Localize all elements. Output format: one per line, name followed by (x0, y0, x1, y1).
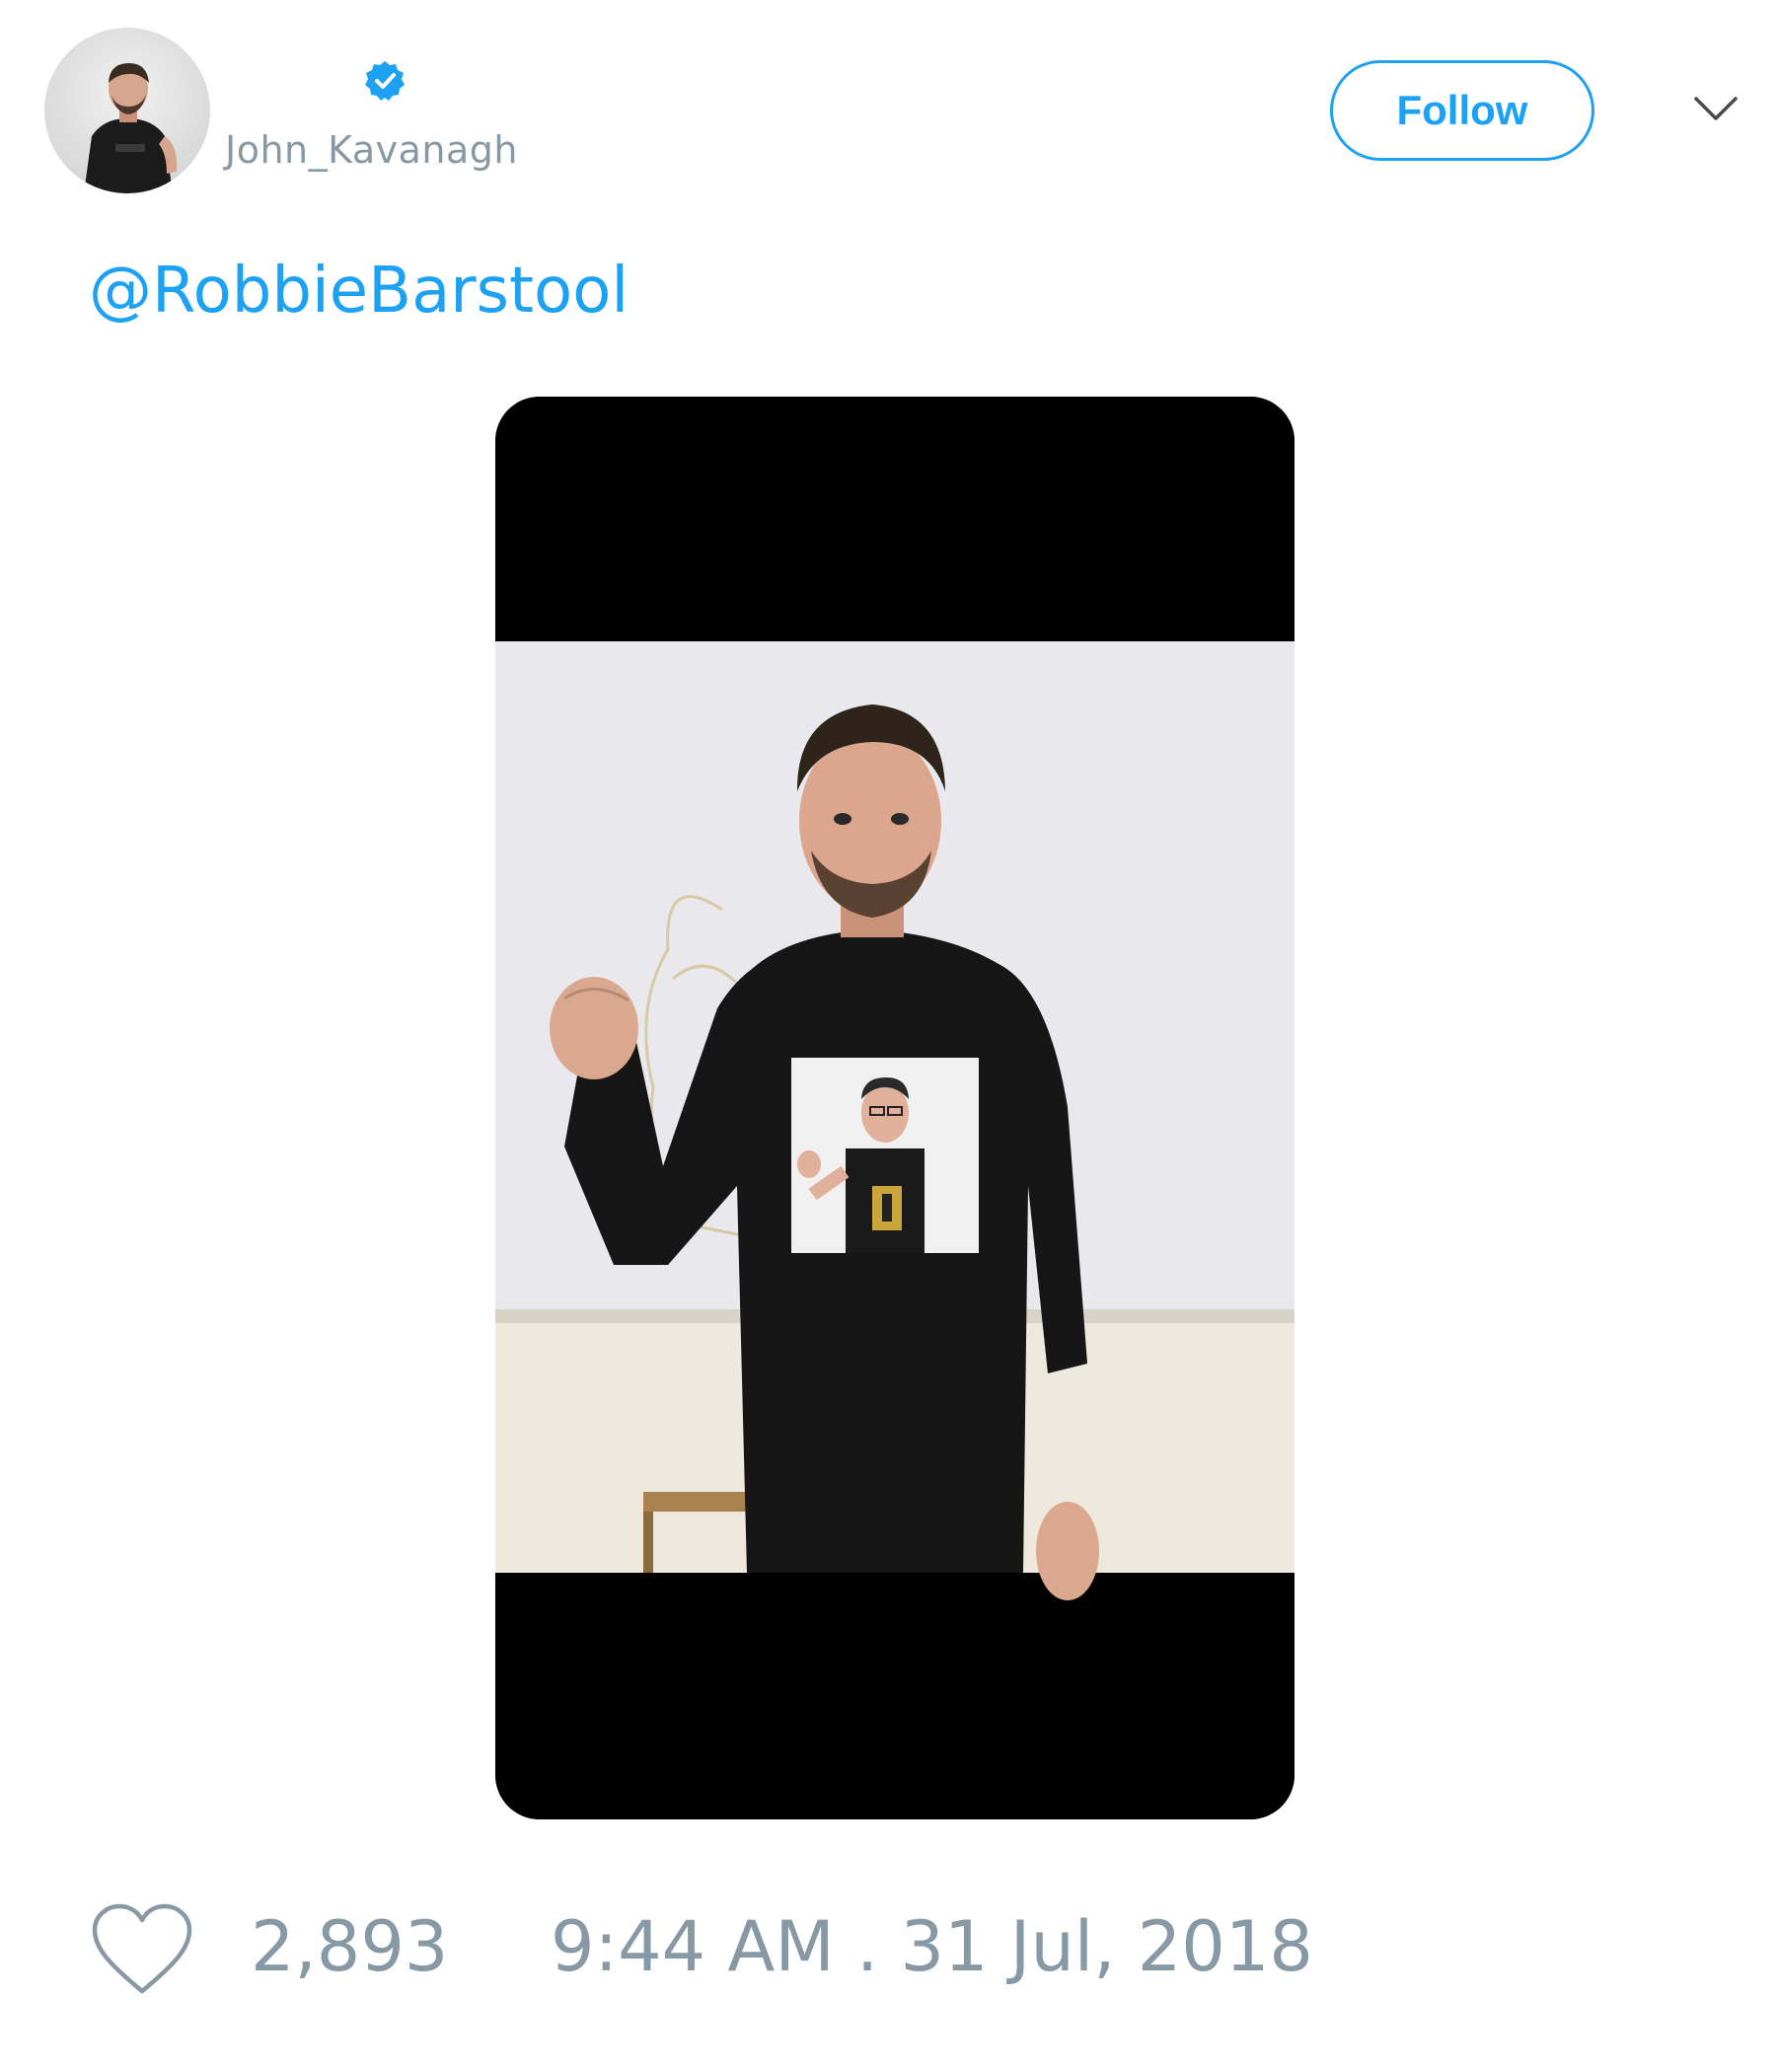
verified-badge-icon (363, 59, 407, 103)
like-heart-icon[interactable] (89, 1902, 195, 1997)
tweet-text-mention[interactable]: @RobbieBarstool (89, 252, 629, 331)
chevron-down-icon[interactable] (1692, 91, 1739, 124)
tweet-timestamp[interactable]: 9:44 AM . 31 Jul, 2018 (551, 1904, 1313, 1989)
like-count: 2,893 (251, 1906, 449, 1987)
tweet-media[interactable] (495, 397, 1295, 1819)
media-photo (495, 397, 1295, 1819)
tweet-card: John_Kavanagh Follow @RobbieBarstool 2,8… (0, 0, 1776, 2072)
avatar-photo (84, 63, 178, 193)
author-avatar[interactable] (44, 28, 210, 193)
follow-button[interactable]: Follow (1330, 60, 1594, 161)
author-handle[interactable]: John_Kavanagh (225, 126, 518, 174)
